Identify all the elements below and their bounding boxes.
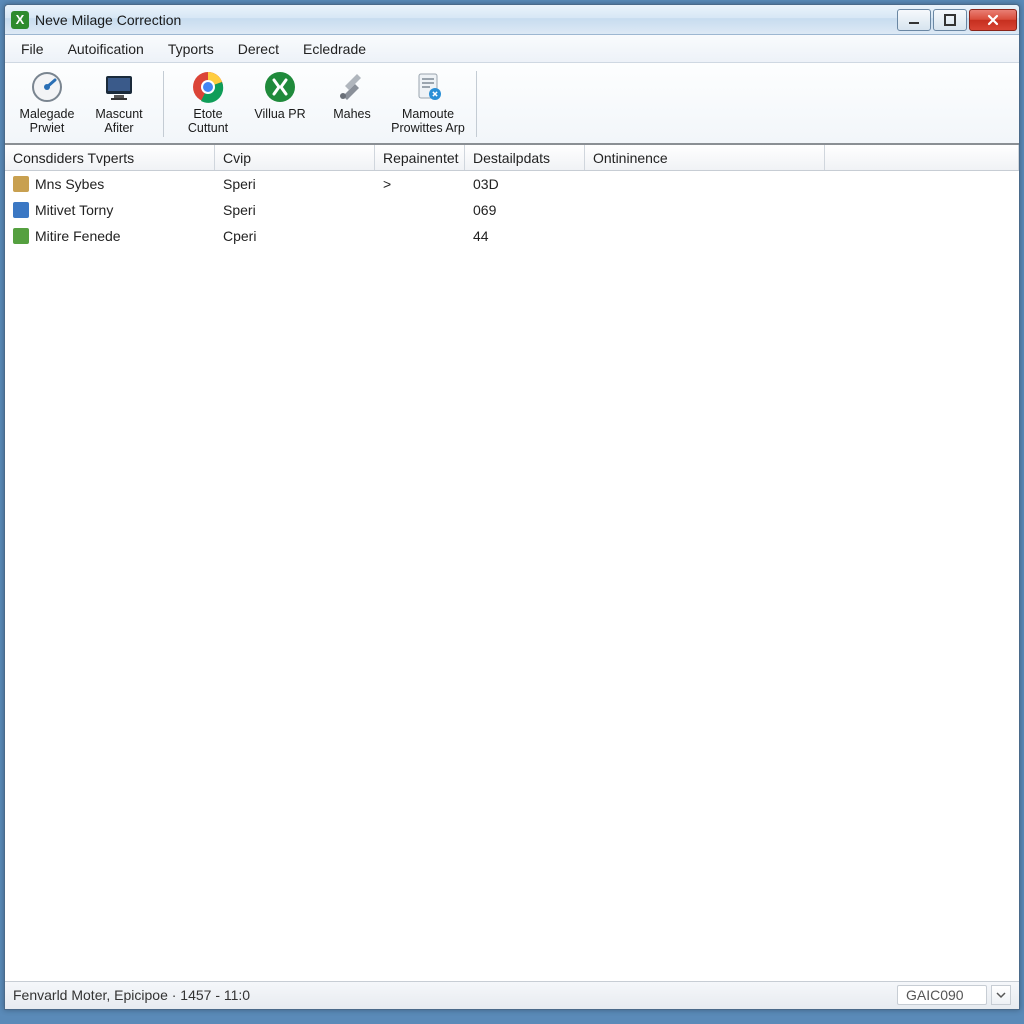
minimize-button[interactable] [897,9,931,31]
toolbar-etote-cutunt[interactable]: Etote Cuttunt [172,67,244,141]
column-header-cvip[interactable]: Cvip [215,145,375,170]
toolbar-mamoute-prowites-arp[interactable]: Mamoute Prowittes Arp [388,67,468,141]
menu-tyports[interactable]: Tyports [156,38,226,60]
cell-cvip: Speri [223,202,256,218]
toolbar: Malegade Prwiet Mascunt Afiter Etote Cut… [5,63,1019,145]
tools-icon [334,69,370,105]
gauge-icon [29,69,65,105]
table-body: Mns Sybes Speri > 03D Mitivet Torny Sper… [5,171,1019,981]
status-field[interactable]: GAIC090 [897,985,987,1005]
column-headers: Consdiders Tvperts Cvip Repainentet Dest… [5,145,1019,171]
column-header-ontin[interactable]: Ontininence [585,145,825,170]
cell-desta: 03D [473,176,499,192]
column-header-blank[interactable] [825,145,1019,170]
table-row[interactable]: Mns Sybes Speri > 03D [5,171,1019,197]
maximize-icon [944,14,956,26]
cell-cons: Mitire Fenede [35,228,121,244]
chrome-icon [190,69,226,105]
close-icon [986,13,1000,27]
title-bar: X Neve Milage Correction [5,5,1019,35]
cell-desta: 44 [473,228,489,244]
cell-desta: 069 [473,202,496,218]
cell-cons: Mns Sybes [35,176,104,192]
excel-icon [262,69,298,105]
close-button[interactable] [969,9,1017,31]
minimize-icon [908,14,920,26]
menu-autoification[interactable]: Autoification [56,38,156,60]
status-left: Fenvarld Moter, Epicipoe · 1457 - 11:0 [13,987,250,1003]
toolbar-separator [163,71,164,137]
window-title: Neve Milage Correction [35,12,897,28]
menu-bar: File Autoification Tyports Derect Ecledr… [5,35,1019,63]
column-header-cons[interactable]: Consdiders Tvperts [5,145,215,170]
row-icon [13,202,29,218]
toolbar-mahes[interactable]: Mahes [316,67,388,141]
column-header-repain[interactable]: Repainentet [375,145,465,170]
monitor-icon [101,69,137,105]
status-bar: Fenvarld Moter, Epicipoe · 1457 - 11:0 G… [5,981,1019,1009]
toolbar-villua-pr[interactable]: Villua PR [244,67,316,141]
app-window: X Neve Milage Correction File Autoificat… [4,4,1020,1010]
column-header-desta[interactable]: Destailpdats [465,145,585,170]
menu-ecledrade[interactable]: Ecledrade [291,38,378,60]
table-row[interactable]: Mitire Fenede Cperi 44 [5,223,1019,249]
cell-cons: Mitivet Torny [35,202,113,218]
toolbar-label: Mamoute Prowittes Arp [390,107,466,139]
table-row[interactable]: Mitivet Torny Speri 069 [5,197,1019,223]
cell-repain: > [383,176,391,192]
chevron-down-icon [996,990,1006,1000]
toolbar-separator [476,71,477,137]
toolbar-label: Mahes [333,107,371,139]
toolbar-label: Mascunt Afiter [85,107,153,139]
row-icon [13,228,29,244]
toolbar-label: Villua PR [254,107,305,139]
toolbar-label: Malegade Prwiet [13,107,81,139]
status-dropdown-button[interactable] [991,985,1011,1005]
toolbar-mascunt-afiter[interactable]: Mascunt Afiter [83,67,155,141]
doc-edit-icon [410,69,446,105]
toolbar-malegade-prwiet[interactable]: Malegade Prwiet [11,67,83,141]
maximize-button[interactable] [933,9,967,31]
menu-derect[interactable]: Derect [226,38,291,60]
window-controls [897,9,1017,31]
cell-cvip: Cperi [223,228,256,244]
toolbar-label: Etote Cuttunt [174,107,242,139]
row-icon [13,176,29,192]
menu-file[interactable]: File [9,38,56,60]
app-icon: X [11,11,29,29]
cell-cvip: Speri [223,176,256,192]
